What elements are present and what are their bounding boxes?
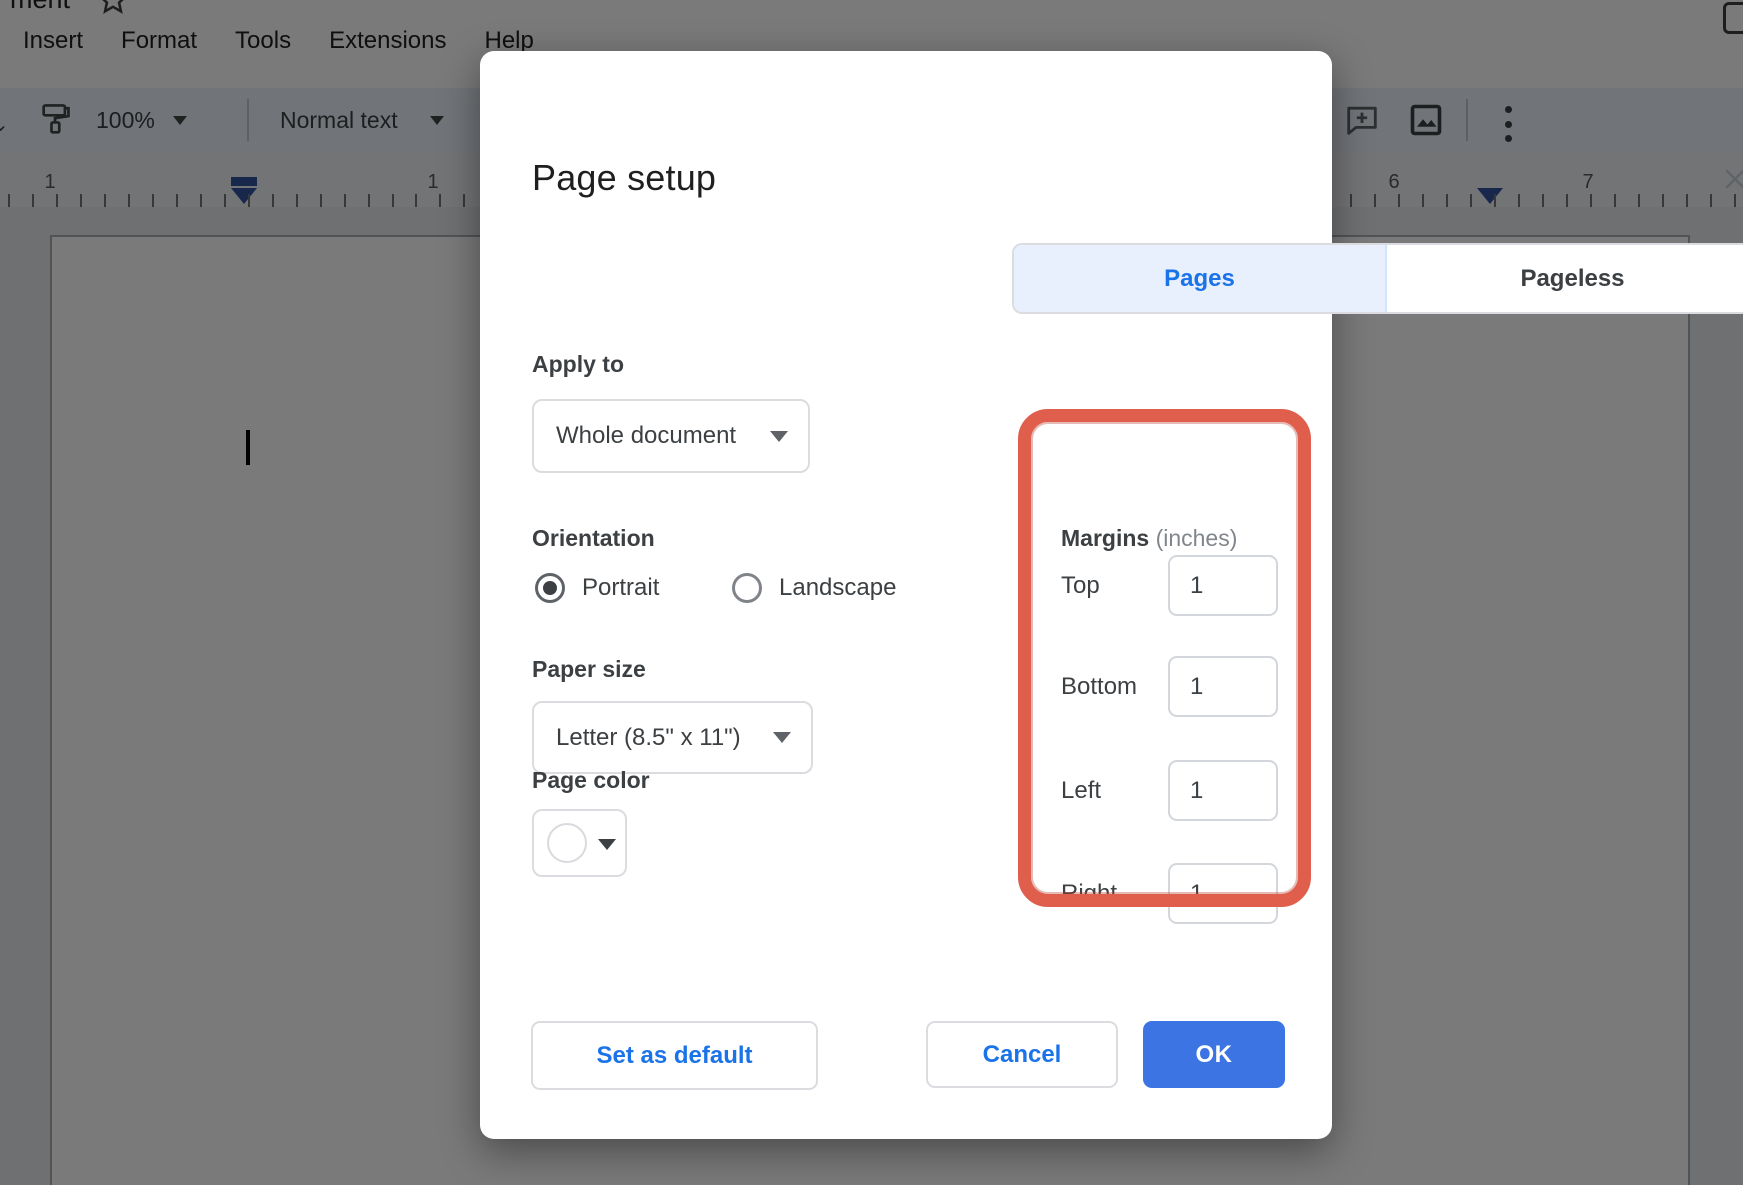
- page-color-select[interactable]: [532, 809, 627, 877]
- cancel-button[interactable]: Cancel: [926, 1021, 1118, 1088]
- chevron-down-icon: [598, 839, 616, 850]
- set-as-default-button[interactable]: Set as default: [531, 1021, 818, 1090]
- page-mode-tabs: PagesPageless: [1012, 243, 1743, 314]
- margin-right-label: Right: [1061, 880, 1117, 908]
- apply-to-select[interactable]: Whole document: [532, 399, 810, 473]
- margin-left-label: Left: [1061, 777, 1101, 805]
- google-docs-screen: ment InsertFormatToolsExtensionsHelp ⌄ 1…: [0, 0, 1743, 1185]
- orientation-options: Portrait Landscape: [535, 574, 1015, 602]
- apply-to-label: Apply to: [532, 351, 624, 378]
- radio-portrait[interactable]: Portrait: [535, 574, 659, 602]
- dialog-title: Page setup: [532, 157, 716, 199]
- ok-button[interactable]: OK: [1143, 1021, 1285, 1088]
- orientation-label: Orientation: [532, 525, 655, 552]
- page-color-label: Page color: [532, 767, 650, 794]
- paper-size-label: Paper size: [532, 656, 646, 683]
- radio-label: Landscape: [779, 574, 896, 602]
- apply-to-value: Whole document: [556, 422, 736, 450]
- tab-pages[interactable]: Pages: [1014, 245, 1387, 312]
- margin-bottom-label: Bottom: [1061, 673, 1137, 701]
- margins-unit-label: (inches): [1156, 525, 1238, 551]
- close-icon[interactable]: [1713, 157, 1743, 201]
- paper-size-value: Letter (8.5" x 11"): [556, 724, 741, 752]
- margin-top-input[interactable]: [1168, 555, 1278, 616]
- margin-top-label: Top: [1061, 572, 1100, 600]
- radio-unselected-icon: [732, 573, 762, 603]
- radio-label: Portrait: [582, 574, 659, 602]
- radio-landscape[interactable]: Landscape: [732, 574, 896, 602]
- chevron-down-icon: [770, 431, 788, 442]
- margin-left-input[interactable]: [1168, 760, 1278, 821]
- margin-bottom-input[interactable]: [1168, 656, 1278, 717]
- chevron-down-icon: [773, 732, 791, 743]
- paper-size-select[interactable]: Letter (8.5" x 11"): [532, 701, 813, 774]
- page-setup-dialog: Page setup PagesPageless Apply to Whole …: [480, 51, 1332, 1139]
- tab-pageless[interactable]: Pageless: [1387, 245, 1743, 312]
- margins-label: Margins (inches): [1061, 525, 1237, 552]
- color-swatch-white: [547, 823, 587, 863]
- margin-right-input[interactable]: [1168, 863, 1278, 924]
- radio-selected-icon: [535, 573, 565, 603]
